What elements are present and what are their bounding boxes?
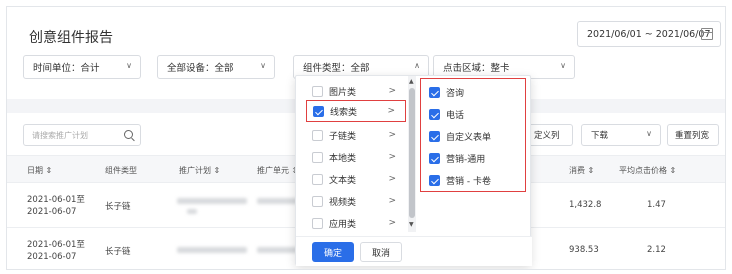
custom-columns-button[interactable]: 定义列 xyxy=(527,124,573,146)
dropdown-footer: 确定 取消 xyxy=(296,236,532,266)
category-item-sublink[interactable]: 子链类 > xyxy=(302,124,406,146)
reset-column-width-label: 重置列宽 xyxy=(675,131,710,141)
category-item-lead[interactable]: 线索类 > xyxy=(306,100,406,122)
chevron-down-icon: ∨ xyxy=(646,129,652,138)
cell-component-type: 长子链 xyxy=(105,247,131,257)
checkbox[interactable] xyxy=(312,195,323,207)
column-header-avg-click-price[interactable]: 平均点击价格 ⇕ xyxy=(619,165,676,176)
checkbox[interactable] xyxy=(312,85,323,97)
cell-avg-click-price: 2.12 xyxy=(647,245,666,255)
category-item-local[interactable]: 本地类 > xyxy=(302,146,406,168)
category-label: 文本类 xyxy=(329,175,357,186)
checkbox-checked[interactable] xyxy=(429,108,440,120)
reset-column-width-button[interactable]: 重置列宽 xyxy=(667,124,719,146)
calendar-icon xyxy=(701,28,713,40)
redacted-unit xyxy=(257,247,297,253)
category-list: 图片类 > 线索类 > 子链类 > 本地类 > 文本类 > 视频类 > 应用类 … xyxy=(296,76,408,232)
confirm-button[interactable]: 确定 xyxy=(312,242,354,262)
search-icon xyxy=(124,130,133,139)
category-label: 线索类 xyxy=(330,107,358,118)
subcategory-label: 营销 - 卡卷 xyxy=(446,176,491,187)
category-label: 子链类 xyxy=(329,131,357,142)
chevron-up-icon: ∧ xyxy=(414,61,420,70)
checkbox-checked[interactable] xyxy=(429,130,440,142)
cell-date: 2021-06-01至2021-06-07 xyxy=(27,195,85,217)
category-label: 应用类 xyxy=(329,219,357,230)
search-placeholder: 请搜索推广计划 xyxy=(32,130,88,140)
component-type-value: 组件类型：全部 xyxy=(303,63,370,74)
download-button[interactable]: 下载 ∨ xyxy=(581,124,661,146)
cell-cost: 1,432.8 xyxy=(569,200,602,210)
subcategory-item-marketing-general[interactable]: 营销-通用 xyxy=(421,147,525,169)
subcategory-item-consult[interactable]: 咨询 xyxy=(421,81,525,103)
redacted-plan-extra xyxy=(187,209,197,214)
click-area-value: 点击区域：整卡 xyxy=(443,63,510,74)
device-select[interactable]: 全部设备：全部 ∨ xyxy=(157,55,275,79)
checkbox[interactable] xyxy=(312,129,323,141)
chevron-down-icon: ∨ xyxy=(260,61,266,70)
cell-component-type: 长子链 xyxy=(105,202,131,212)
subcategory-item-phone[interactable]: 电话 xyxy=(421,103,525,125)
chevron-right-icon: > xyxy=(388,86,396,96)
column-header-date[interactable]: 日期 ⇕ xyxy=(27,165,52,176)
checkbox-checked[interactable] xyxy=(429,174,440,186)
subcategory-label: 营销-通用 xyxy=(446,154,486,165)
category-label: 视频类 xyxy=(329,197,357,208)
device-value: 全部设备：全部 xyxy=(167,63,234,74)
checkbox-checked[interactable] xyxy=(313,105,324,117)
report-window: 创意组件报告 2021/06/01 ~ 2021/06/07 时间单位：合计 ∨… xyxy=(6,6,726,270)
chevron-down-icon: ∨ xyxy=(560,61,566,70)
subcategory-label: 咨询 xyxy=(446,88,465,99)
redacted-plan xyxy=(177,247,247,253)
chevron-right-icon: > xyxy=(387,106,395,116)
cell-cost: 938.53 xyxy=(569,245,599,255)
category-label: 本地类 xyxy=(329,153,357,164)
scroll-down-icon[interactable]: ▼ xyxy=(409,221,414,228)
redacted-plan xyxy=(177,198,247,204)
subcategory-label: 自定义表单 xyxy=(446,132,492,143)
component-type-dropdown: 图片类 > 线索类 > 子链类 > 本地类 > 文本类 > 视频类 > 应用类 … xyxy=(295,75,532,266)
column-header-cost[interactable]: 消费 ⇕ xyxy=(569,165,594,176)
checkbox[interactable] xyxy=(312,217,323,229)
column-header-unit[interactable]: 推广单元 ⇕ xyxy=(257,165,298,176)
chevron-right-icon: > xyxy=(388,152,396,162)
column-header-plan[interactable]: 推广计划 ⇕ xyxy=(179,165,220,176)
cell-avg-click-price: 1.47 xyxy=(647,200,666,210)
checkbox-checked[interactable] xyxy=(429,86,440,98)
time-unit-select[interactable]: 时间单位：合计 ∨ xyxy=(23,55,141,79)
category-item-text[interactable]: 文本类 > xyxy=(302,168,406,190)
chevron-right-icon: > xyxy=(388,174,396,184)
scrollbar-thumb[interactable] xyxy=(409,88,415,218)
cell-date: 2021-06-01至2021-06-07 xyxy=(27,240,85,262)
time-unit-value: 时间单位：合计 xyxy=(33,63,100,74)
cancel-button[interactable]: 取消 xyxy=(360,242,402,262)
redacted-unit xyxy=(257,198,297,204)
date-range-text: 2021/06/01 ~ 2021/06/07 xyxy=(587,28,711,40)
category-label: 图片类 xyxy=(329,87,357,98)
date-range-picker[interactable]: 2021/06/01 ~ 2021/06/07 xyxy=(577,21,721,47)
subcategory-item-custom-form[interactable]: 自定义表单 xyxy=(421,125,525,147)
scroll-up-icon[interactable]: ▲ xyxy=(409,78,414,85)
chevron-down-icon: ∨ xyxy=(126,61,132,70)
download-label: 下载 xyxy=(591,131,609,141)
subcategory-list: 咨询 电话 自定义表单 营销-通用 营销 - 卡卷 xyxy=(420,78,526,192)
search-input[interactable]: 请搜索推广计划 xyxy=(23,124,141,146)
column-header-component-type: 组件类型 xyxy=(105,166,137,175)
category-item-app[interactable]: 应用类 > xyxy=(302,212,406,234)
category-item-image[interactable]: 图片类 > xyxy=(302,80,406,102)
checkbox[interactable] xyxy=(312,151,323,163)
checkbox[interactable] xyxy=(312,173,323,185)
chevron-right-icon: > xyxy=(388,196,396,206)
category-item-video[interactable]: 视频类 > xyxy=(302,190,406,212)
page-title: 创意组件报告 xyxy=(29,30,113,46)
chevron-right-icon: > xyxy=(388,218,396,228)
custom-columns-label: 定义列 xyxy=(534,131,560,141)
category-scrollbar[interactable]: ▲ ▼ xyxy=(408,76,416,232)
checkbox-checked[interactable] xyxy=(429,152,440,164)
subcategory-item-marketing-coupon[interactable]: 营销 - 卡卷 xyxy=(421,169,525,191)
chevron-right-icon: > xyxy=(388,130,396,140)
subcategory-label: 电话 xyxy=(446,110,465,121)
